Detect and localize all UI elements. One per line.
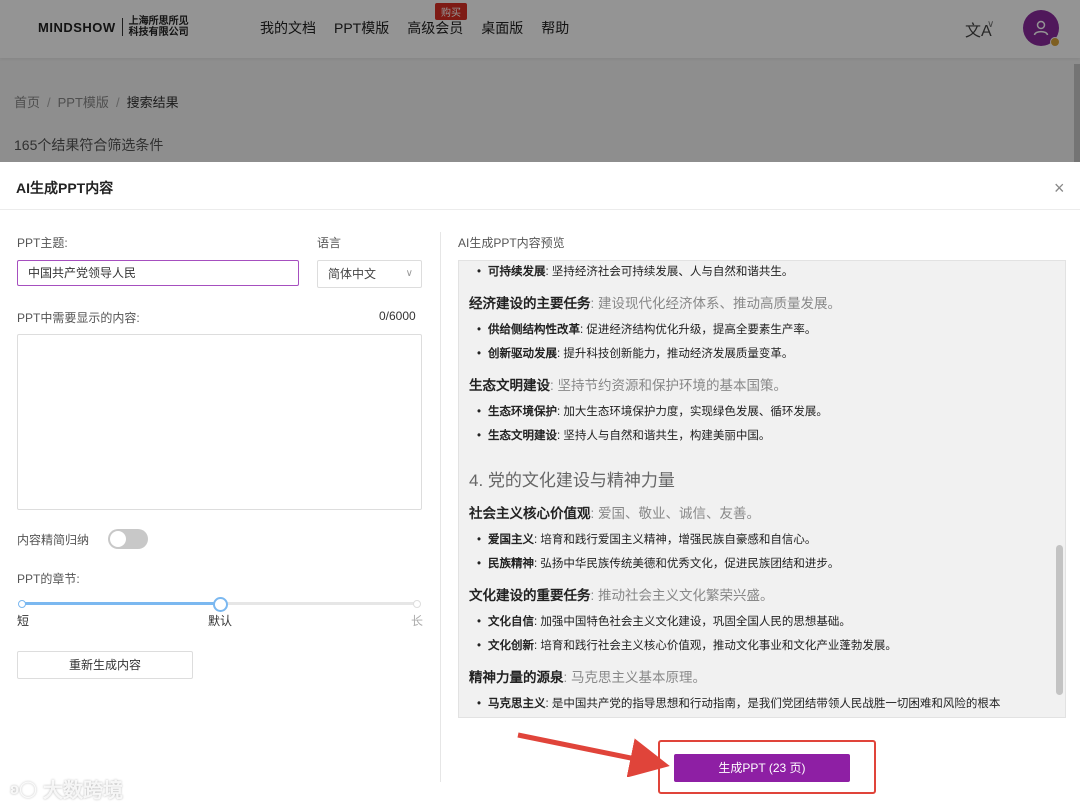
- preview-bullet: 供给侧结构性改革: 促进经济结构优化升级，提高全要素生产率。: [477, 321, 816, 337]
- close-icon[interactable]: ×: [1054, 178, 1065, 199]
- chapters-slider-fill: [21, 602, 219, 605]
- preview-bullet: 生态文明建设: 坚持人与自然和谐共生，构建美丽中国。: [477, 427, 770, 443]
- preview-panel[interactable]: 可持续发展: 坚持经济社会可持续发展、人与自然和谐共生。经济建设的主要任务: 建…: [458, 260, 1066, 718]
- preview-bullet: 民族精神: 弘扬中华民族传统美德和优秀文化，促进民族团结和进步。: [477, 555, 839, 571]
- preview-scrollbar[interactable]: [1055, 261, 1064, 717]
- preview-subheading: 精神力量的源泉: 马克思主义基本原理。: [469, 670, 707, 685]
- topic-label: PPT主题:: [17, 236, 68, 250]
- language-select-value: 简体中文: [328, 267, 377, 281]
- watermark-logo-icon: ʚ◯: [10, 780, 37, 798]
- language-select[interactable]: 简体中文 ∨: [317, 260, 422, 288]
- preview-label: AI生成PPT内容预览: [458, 236, 565, 250]
- slider-tick-long: 长: [411, 614, 424, 628]
- preview-bullet: 爱国主义: 培育和践行爱国主义精神，增强民族自豪感和自信心。: [477, 531, 816, 547]
- modal-divider: [0, 209, 1080, 210]
- preview-bullet: 可持续发展: 坚持经济社会可持续发展、人与自然和谐共生。: [477, 263, 793, 279]
- preview-scrollbar-thumb[interactable]: [1056, 545, 1063, 695]
- modal-title: AI生成PPT内容: [16, 180, 114, 196]
- language-label: 语言: [317, 236, 342, 250]
- generate-ppt-button[interactable]: 生成PPT (23 页): [674, 754, 850, 782]
- topic-input[interactable]: 中国共产党领导人民: [17, 260, 299, 286]
- simplify-label: 内容精简归纳: [17, 533, 90, 547]
- slider-stop-long[interactable]: [413, 600, 421, 608]
- toggle-knob: [110, 531, 126, 547]
- preview-subheading: 文化建设的重要任务: 推动社会主义文化繁荣兴盛。: [469, 588, 774, 603]
- preview-bullet: 文化自信: 加强中国特色社会主义文化建设，巩固全国人民的思想基础。: [477, 613, 851, 629]
- slider-tick-short: 短: [17, 614, 30, 628]
- preview-heading: 4. 党的文化建设与精神力量: [469, 471, 675, 490]
- ai-generate-modal: AI生成PPT内容 × PPT主题: 语言 中国共产党领导人民 简体中文 ∨ P…: [0, 162, 1080, 807]
- chapters-slider-handle[interactable]: [213, 597, 228, 612]
- content-label: PPT中需要显示的内容:: [17, 311, 140, 325]
- preview-bullet: 生态环境保护: 加大生态环境保护力度，实现绿色发展、循环发展。: [477, 403, 828, 419]
- preview-bullet: 马克思主义: 是中国共产党的指导思想和行动指南，是我们党团结带领人民战胜一切困难…: [477, 695, 1000, 711]
- preview-subheading: 社会主义核心价值观: 爱国、敬业、诚信、友善。: [469, 506, 761, 521]
- chapters-label: PPT的章节:: [17, 572, 80, 586]
- slider-stop-short[interactable]: [18, 600, 26, 608]
- content-textarea[interactable]: [17, 334, 422, 510]
- simplify-toggle[interactable]: [108, 529, 148, 549]
- preview-bullet: 文化创新: 培育和践行社会主义核心价值观，推动文化事业和文化产业蓬勃发展。: [477, 637, 897, 653]
- arrow-annotation-icon: [517, 732, 670, 777]
- preview-subheading: 生态文明建设: 坚持节约资源和保护环境的基本国策。: [469, 378, 788, 393]
- preview-subheading: 经济建设的主要任务: 建设现代化经济体系、推动高质量发展。: [469, 296, 842, 311]
- watermark: ʚ◯ 大数跨境: [10, 774, 123, 803]
- slider-tick-default: 默认: [208, 614, 233, 628]
- content-counter: 0/6000: [379, 309, 416, 323]
- preview-bullet: 创新驱动发展: 提升科技创新能力，推动经济发展质量变革。: [477, 345, 793, 361]
- panel-divider: [440, 232, 441, 782]
- chevron-down-icon: ∨: [405, 268, 413, 279]
- regenerate-button[interactable]: 重新生成内容: [17, 651, 193, 679]
- watermark-text: 大数跨境: [42, 780, 123, 802]
